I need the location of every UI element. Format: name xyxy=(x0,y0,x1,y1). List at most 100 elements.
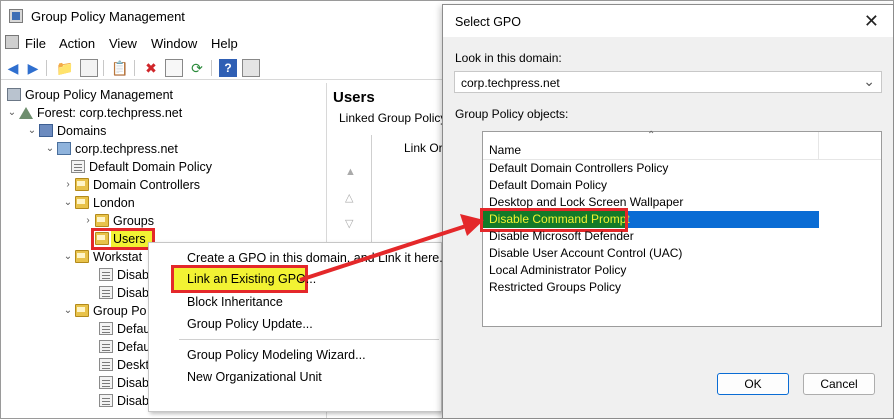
toolbar-separator xyxy=(103,60,104,76)
tree-label: Deskt xyxy=(117,358,149,372)
chevron-down-icon[interactable]: ⌄ xyxy=(45,140,55,158)
tree-label: Disab xyxy=(117,286,149,300)
console-icon[interactable] xyxy=(242,59,260,77)
tree-label: Disab xyxy=(117,394,149,408)
cancel-button[interactable]: Cancel xyxy=(803,373,875,395)
context-menu: Create a GPO in this domain, and Link it… xyxy=(148,242,450,412)
chevron-down-icon[interactable]: ⌄ xyxy=(863,73,875,90)
column-header-name[interactable]: Name xyxy=(489,143,521,157)
gpo-icon xyxy=(99,394,113,407)
list-item[interactable]: Default Domain Policy xyxy=(489,177,607,194)
system-menu-icon[interactable] xyxy=(5,35,19,49)
tree-label: Defau xyxy=(117,340,151,354)
gpo-link-icon xyxy=(71,160,85,173)
menu-action[interactable]: Action xyxy=(59,36,95,51)
toolbar-separator xyxy=(211,60,212,76)
chevron-right-icon[interactable]: › xyxy=(63,176,73,194)
list-item[interactable]: Default Domain Controllers Policy xyxy=(489,160,668,177)
tree-label: London xyxy=(93,196,135,210)
tree-label: Disab xyxy=(117,268,149,282)
tree-label: Group Policy Management xyxy=(25,88,173,102)
forward-icon[interactable]: ▶ xyxy=(24,59,42,77)
domain-dropdown[interactable]: corp.techpress.net ⌄ xyxy=(454,71,882,93)
menu-help[interactable]: Help xyxy=(211,36,238,51)
gpo-objects-label: Group Policy objects: xyxy=(455,107,569,121)
show-hide-tree-icon[interactable] xyxy=(80,59,98,77)
chevron-down-icon[interactable]: ⌄ xyxy=(63,302,73,320)
tree-label: Forest: corp.techpress.net xyxy=(37,106,183,120)
menu-window[interactable]: Window xyxy=(151,36,197,51)
tree-label: Workstat xyxy=(93,250,143,264)
move-top-icon[interactable]: ▲ xyxy=(345,159,356,185)
move-down-icon[interactable]: ▽ xyxy=(345,211,356,237)
toolbar-separator xyxy=(46,60,47,76)
gpo-link-icon xyxy=(99,286,113,299)
gpo-folder-icon xyxy=(75,304,89,317)
tree-label: Users xyxy=(113,232,146,246)
help-icon[interactable]: ? xyxy=(219,59,237,77)
ou-folder-icon xyxy=(75,250,89,263)
tree-label: Domains xyxy=(57,124,107,138)
gpo-icon xyxy=(99,322,113,335)
domains-icon xyxy=(39,124,53,137)
chevron-down-icon[interactable]: ⌄ xyxy=(7,104,17,122)
gpo-list[interactable]: ⌃ Name Default Domain Controllers Policy… xyxy=(480,130,882,327)
ou-folder-icon xyxy=(75,196,89,209)
gpo-icon xyxy=(99,358,113,371)
tree-label: corp.techpress.net xyxy=(75,142,178,156)
list-header: ⌃ Name xyxy=(483,130,881,160)
ou-folder-icon xyxy=(95,232,109,245)
menu-file[interactable]: File xyxy=(25,36,46,51)
move-up-icon[interactable]: △ xyxy=(345,185,356,211)
menu-item-create-gpo[interactable]: Create a GPO in this domain, and Link it… xyxy=(187,251,450,265)
domain-icon xyxy=(57,142,71,155)
gpm-icon xyxy=(7,88,21,101)
ou-folder-icon xyxy=(95,214,109,227)
ok-button[interactable]: OK xyxy=(717,373,789,395)
menu-item-modeling-wizard[interactable]: Group Policy Modeling Wizard... xyxy=(187,348,366,362)
gpmc-app-icon xyxy=(9,9,23,23)
menu-separator xyxy=(179,339,439,340)
export-icon[interactable] xyxy=(165,59,183,77)
gpo-icon xyxy=(99,376,113,389)
menu-view[interactable]: View xyxy=(109,36,137,51)
sort-ascending-icon: ⌃ xyxy=(647,130,656,141)
close-icon[interactable]: ✕ xyxy=(864,11,879,32)
properties-icon[interactable]: 📋 xyxy=(111,59,129,77)
column-header-link-order[interactable]: Link Or xyxy=(404,141,443,155)
menu-item-block-inheritance[interactable]: Block Inheritance xyxy=(187,295,283,309)
menu-item-link-existing-gpo[interactable]: Link an Existing GPO... xyxy=(187,272,316,286)
chevron-down-icon[interactable]: ⌄ xyxy=(63,194,73,212)
tree-label: Disab xyxy=(117,376,149,390)
gpo-link-icon xyxy=(99,268,113,281)
menu-item-gp-update[interactable]: Group Policy Update... xyxy=(187,317,313,331)
forest-icon xyxy=(19,106,33,119)
tree-label: Domain Controllers xyxy=(93,178,200,192)
tree-label: Group Po xyxy=(93,304,147,318)
list-item[interactable]: Disable Microsoft Defender xyxy=(489,228,634,245)
refresh-icon[interactable]: ⟳ xyxy=(188,59,206,77)
move-arrows: ▲ △ ▽ xyxy=(345,159,356,237)
list-item[interactable]: Restricted Groups Policy xyxy=(489,279,621,296)
window-title: Group Policy Management xyxy=(31,9,185,24)
look-in-label: Look in this domain: xyxy=(455,51,562,65)
tree-label: Default Domain Policy xyxy=(89,160,212,174)
menu-item-new-ou[interactable]: New Organizational Unit xyxy=(187,370,322,384)
ou-folder-icon xyxy=(75,178,89,191)
chevron-down-icon[interactable]: ⌄ xyxy=(63,248,73,266)
delete-icon[interactable]: ✖ xyxy=(142,59,160,77)
toolbar-separator xyxy=(134,60,135,76)
gpo-icon xyxy=(99,340,113,353)
list-item[interactable]: Local Administrator Policy xyxy=(489,262,626,279)
chevron-down-icon[interactable]: ⌄ xyxy=(27,122,37,140)
tree-label: Defau xyxy=(117,322,151,336)
up-folder-icon[interactable]: 📁 xyxy=(56,59,74,77)
dialog-title-bar: Select GPO ✕ xyxy=(443,5,893,37)
back-icon[interactable]: ◀ xyxy=(4,59,22,77)
list-item[interactable]: Disable User Account Control (UAC) xyxy=(489,245,682,262)
domain-dropdown-value: corp.techpress.net xyxy=(461,76,560,90)
column-divider xyxy=(818,132,819,160)
details-title: Users xyxy=(333,89,375,106)
select-gpo-dialog: Select GPO ✕ Look in this domain: corp.t… xyxy=(442,4,894,419)
dialog-title: Select GPO xyxy=(455,15,521,29)
